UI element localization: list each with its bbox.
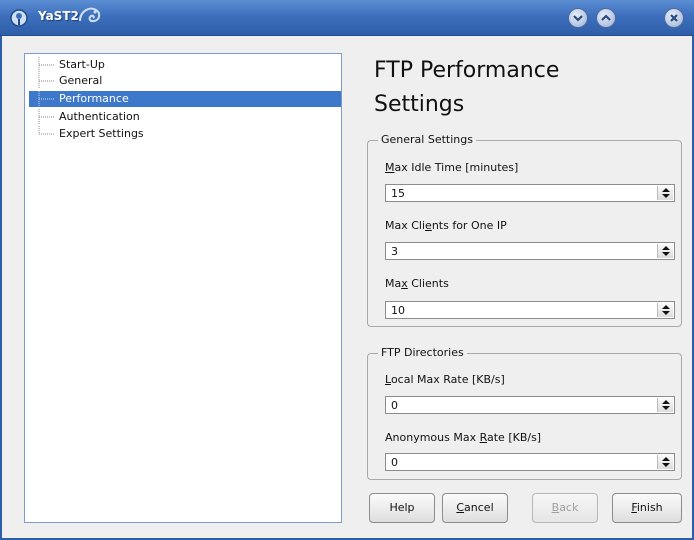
chevron-up-icon [601,14,611,21]
tree-item-authentication[interactable]: Authentication [29,109,341,125]
spinbox-value: 3 [391,245,398,258]
chevron-down-icon [573,15,583,22]
tree-item-performance[interactable]: Performance [29,91,341,107]
button-accelerator: C [456,501,465,514]
up-down-arrows-icon [662,188,670,198]
tree-item-label: Expert Settings [59,127,144,140]
finish-button[interactable]: Finish [612,493,682,523]
back-button[interactable]: Back [532,493,598,523]
spinbox-arrows[interactable] [657,455,673,469]
spinbox-value: 0 [391,399,398,412]
button-label: ancel [464,501,494,514]
up-down-arrows-icon [662,400,670,410]
tree-connector-icon [38,57,55,73]
local-max-rate-label: Local Max Rate [KB/s] [385,373,505,386]
label-text: Ma [385,277,402,290]
label-text: ax Idle Time [minutes] [394,161,519,174]
tree-item-label: General [59,74,103,87]
label-text: ocal Max Rate [KB/s] [390,373,505,386]
page-title-line-1: FTP Performance [374,58,560,83]
tree-item-general[interactable]: General [29,73,341,89]
max-clients-spinbox[interactable]: 10 [385,301,675,319]
spinbox-arrows[interactable] [657,398,673,412]
label-accelerator: R [479,431,487,444]
tree-connector-icon [38,73,55,89]
page-title-line-2: Settings [374,92,465,117]
label-accelerator: e [425,219,432,232]
page-title: FTP Performance Settings [374,55,674,121]
button-label: inish [636,501,663,514]
max-idle-time-label: Max Idle Time [minutes] [385,161,518,174]
up-down-arrows-icon [662,457,670,467]
spinbox-value: 0 [391,456,398,469]
label-text: Max Cli [385,219,426,232]
yast-gear-icon [10,9,28,27]
tree-connector-icon [38,109,55,125]
max-clients-per-ip-label: Max Clients for One IP [385,219,507,232]
group-title: FTP Directories [378,346,467,359]
label-accelerator: M [385,161,395,174]
window-title: YaST2 [38,9,79,23]
spinbox-arrows[interactable] [657,303,673,317]
up-down-arrows-icon [662,246,670,256]
chameleon-icon [79,7,101,23]
spinbox-arrows[interactable] [657,244,673,258]
spinbox-value: 10 [391,304,405,317]
tree-connector-icon [38,91,55,107]
tree-item-label: Authentication [59,110,140,123]
group-title: General Settings [378,133,476,146]
tree-item-label: Performance [59,92,129,105]
tree-connector-icon [38,126,55,135]
tree-item-label: Start-Up [59,58,105,71]
button-label: ack [559,501,579,514]
cancel-button[interactable]: Cancel [442,493,508,523]
close-icon [670,14,678,22]
navigation-tree[interactable]: Start-Up General Performance Authenticat… [24,53,342,523]
spinbox-value: 15 [391,187,405,200]
local-max-rate-spinbox[interactable]: 0 [385,396,675,414]
tree-item-start-up[interactable]: Start-Up [29,57,341,73]
tree-item-expert-settings[interactable]: Expert Settings [29,126,341,142]
anonymous-max-rate-label: Anonymous Max Rate [KB/s] [385,431,541,444]
label-text: ate [KB/s] [487,431,542,444]
maximize-button[interactable] [596,8,616,28]
label-text: Clients [407,277,449,290]
minimize-button[interactable] [568,8,588,28]
close-button[interactable] [664,8,684,28]
spinbox-arrows[interactable] [657,186,673,200]
up-down-arrows-icon [662,305,670,315]
help-button[interactable]: Help [369,493,435,523]
max-clients-per-ip-spinbox[interactable]: 3 [385,242,675,260]
max-clients-label: Max Clients [385,277,449,290]
label-text: Anonymous Max [385,431,480,444]
label-text: nts for One IP [431,219,507,232]
title-bar[interactable]: YaST2 [0,0,694,36]
anonymous-max-rate-spinbox[interactable]: 0 [385,453,675,471]
max-idle-time-spinbox[interactable]: 15 [385,184,675,202]
